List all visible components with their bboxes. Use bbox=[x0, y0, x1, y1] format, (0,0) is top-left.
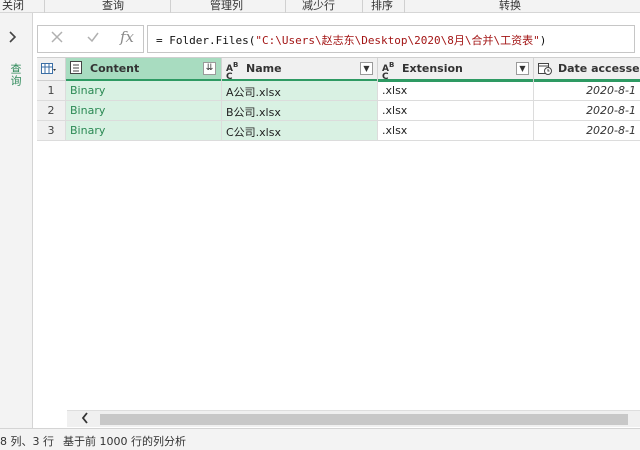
scrollbar-thumb[interactable] bbox=[100, 414, 628, 425]
table-type-icon bbox=[70, 61, 82, 76]
expand-binary-icon[interactable]: ⇊ bbox=[203, 62, 216, 75]
chevron-down-icon[interactable]: ▼ bbox=[516, 62, 529, 75]
status-bar: 8 列、3 行 基于前 1000 行的列分析 bbox=[0, 428, 640, 450]
ribbon-group-sort: 排序 bbox=[371, 0, 393, 12]
column-title-content: Content bbox=[90, 62, 140, 75]
datetime-type-icon bbox=[538, 62, 552, 77]
cell-extension[interactable]: .xlsx bbox=[378, 101, 534, 120]
cell-content-binary[interactable]: Binary bbox=[66, 101, 222, 120]
horizontal-scrollbar[interactable] bbox=[67, 410, 640, 427]
formula-suffix: ) bbox=[539, 34, 547, 47]
text-type-icon: AB C bbox=[382, 61, 395, 82]
status-counts: 8 列、3 行 bbox=[0, 435, 54, 448]
cell-date-accessed[interactable]: 2020-8-1 bbox=[534, 121, 640, 140]
cell-name[interactable]: A公司.xlsx bbox=[222, 81, 378, 100]
formula-bar-tools: fx bbox=[37, 25, 144, 53]
ribbon-separator bbox=[404, 0, 405, 13]
column-title-name: Name bbox=[246, 62, 282, 75]
ribbon-group-transform: 转换 bbox=[499, 0, 521, 12]
scroll-left-icon[interactable] bbox=[81, 411, 89, 429]
table-row: 2 Binary B公司.xlsx .xlsx 2020-8-1 bbox=[37, 101, 640, 121]
query-pane-label[interactable]: 查询 bbox=[7, 63, 23, 87]
row-number[interactable]: 3 bbox=[37, 121, 66, 140]
column-header-extension[interactable]: AB C Extension ▼ bbox=[378, 58, 534, 82]
cell-date-accessed[interactable]: 2020-8-1 bbox=[534, 101, 640, 120]
ribbon-group-labels: 关闭 查询 管理列 减少行 排序 转换 bbox=[0, 0, 640, 13]
row-number[interactable]: 2 bbox=[37, 101, 66, 120]
table-row: 1 Binary A公司.xlsx .xlsx 2020-8-1 bbox=[37, 81, 640, 101]
column-header-date-accessed[interactable]: Date accessed bbox=[534, 58, 640, 82]
cell-content-binary[interactable]: Binary bbox=[66, 121, 222, 140]
cell-extension[interactable]: .xlsx bbox=[378, 121, 534, 140]
table-row: 3 Binary C公司.xlsx .xlsx 2020-8-1 bbox=[37, 121, 640, 141]
cell-extension[interactable]: .xlsx bbox=[378, 81, 534, 100]
ribbon-group-close: 关闭 bbox=[2, 0, 24, 12]
column-header-name[interactable]: AB C Name ▼ bbox=[222, 58, 378, 82]
column-header-content[interactable]: Content ⇊ bbox=[66, 58, 222, 82]
ribbon-group-reduce-rows: 减少行 bbox=[302, 0, 335, 12]
query-pane-collapsed: 查询 bbox=[0, 13, 33, 428]
formula-bar-input[interactable]: = Folder.Files("C:\Users\赵志东\Desktop\202… bbox=[147, 25, 635, 53]
row-number[interactable]: 1 bbox=[37, 81, 66, 100]
ribbon-group-query: 查询 bbox=[102, 0, 124, 12]
ribbon-separator bbox=[362, 0, 363, 13]
column-header-row: Content ⇊ AB C Name ▼ AB C Extension ▼ Dat… bbox=[37, 57, 640, 82]
close-icon[interactable] bbox=[50, 29, 64, 48]
status-profile-info[interactable]: 基于前 1000 行的列分析 bbox=[63, 433, 186, 449]
ribbon-separator bbox=[170, 0, 171, 13]
formula-prefix: = Folder.Files( bbox=[156, 34, 256, 47]
formula-path-literal: "C:\Users\赵志东\Desktop\2020\8月\合并\工资表" bbox=[255, 34, 540, 47]
ribbon-separator bbox=[44, 0, 45, 13]
chevron-right-icon[interactable] bbox=[8, 29, 18, 47]
cell-date-accessed[interactable]: 2020-8-1 bbox=[534, 81, 640, 100]
check-icon[interactable] bbox=[86, 29, 100, 48]
ribbon-group-manage-columns: 管理列 bbox=[210, 0, 243, 12]
column-title-date-accessed: Date accessed bbox=[558, 62, 640, 75]
cell-content-binary[interactable]: Binary bbox=[66, 81, 222, 100]
table-menu-corner[interactable] bbox=[37, 58, 66, 80]
chevron-down-icon[interactable]: ▼ bbox=[360, 62, 373, 75]
table-icon[interactable] bbox=[41, 63, 56, 78]
text-type-icon: AB C bbox=[226, 61, 239, 82]
cell-name[interactable]: B公司.xlsx bbox=[222, 101, 378, 120]
fx-icon[interactable]: fx bbox=[120, 28, 134, 46]
ribbon-separator bbox=[285, 0, 286, 13]
column-title-extension: Extension bbox=[402, 62, 463, 75]
cell-name[interactable]: C公司.xlsx bbox=[222, 121, 378, 140]
